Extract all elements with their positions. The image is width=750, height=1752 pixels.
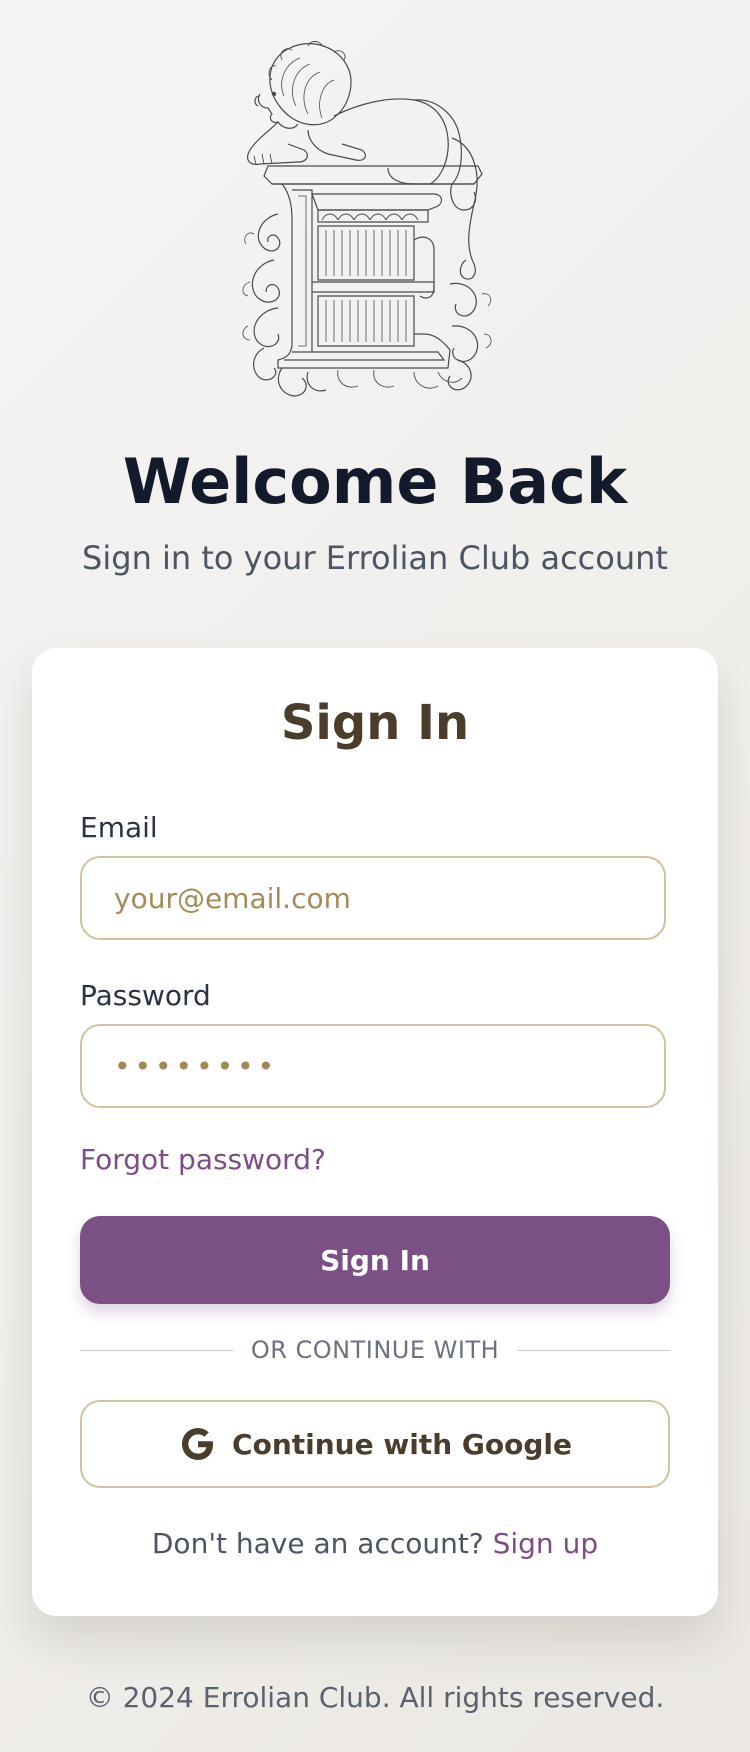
sign-up-link[interactable]: Sign up (493, 1527, 599, 1560)
google-g-icon (178, 1424, 218, 1464)
password-field[interactable] (80, 1024, 666, 1108)
google-button-label: Continue with Google (232, 1427, 572, 1461)
forgot-password-link[interactable]: Forgot password? (80, 1142, 326, 1178)
divider-text: OR CONTINUE WITH (250, 1336, 500, 1364)
sign-in-card: Sign In Email Password Forgot password? … (32, 648, 718, 1616)
signup-row: Don't have an account? Sign up (32, 1524, 718, 1564)
page-title: Welcome Back (122, 445, 628, 518)
footer-copyright: © 2024 Errolian Club. All rights reserve… (85, 1681, 665, 1714)
google-sign-in-button[interactable]: Continue with Google (80, 1400, 670, 1488)
sign-in-heading: Sign In (280, 695, 470, 751)
divider-line-left (80, 1349, 233, 1351)
errolian-lion-logo-icon (238, 34, 528, 412)
email-field[interactable] (80, 856, 666, 940)
divider-line-right (517, 1349, 670, 1351)
email-label: Email (80, 811, 158, 844)
or-divider: OR CONTINUE WITH (80, 1332, 670, 1368)
sign-in-button[interactable]: Sign In (80, 1216, 670, 1304)
password-label: Password (80, 979, 211, 1012)
signup-prompt: Don't have an account? (151, 1527, 493, 1560)
page-subtitle: Sign in to your Errolian Club account (82, 539, 668, 577)
